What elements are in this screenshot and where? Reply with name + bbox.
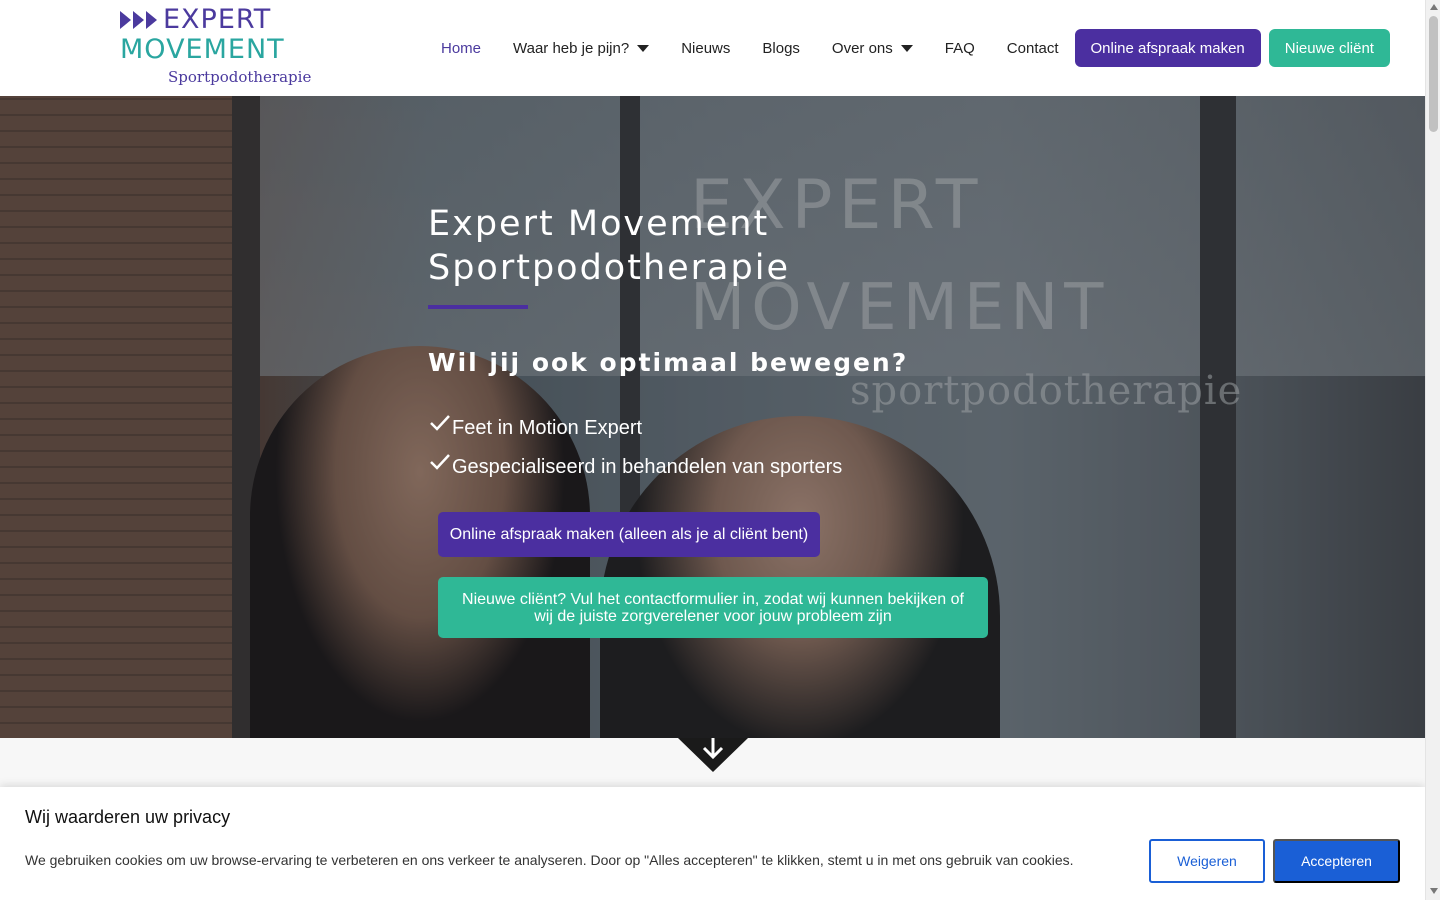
check-item: Gespecialiseerd in behandelen van sporte… [428,448,842,487]
nav-item-waar-heb-je-pijn[interactable]: Waar heb je pijn? [497,28,665,68]
hero-check-list: Feet in Motion Expert Gespecialiseerd in… [428,409,842,487]
hero-appointment-button[interactable]: Online afspraak maken (alleen als je al … [438,512,820,557]
logo-chevrons-icon [120,11,159,29]
online-appointment-button[interactable]: Online afspraak maken [1074,29,1261,67]
main-nav: Home Waar heb je pijn? Nieuws Blogs Over… [425,28,1390,68]
nav-item-contact[interactable]: Contact [991,28,1075,68]
check-item-label: Gespecialiseerd in behandelen van sporte… [452,456,843,478]
nav-item-home[interactable]: Home [425,28,497,68]
cookie-banner: Wij waarderen uw privacy We gebruiken co… [0,787,1425,900]
hero-title-line2: Sportpodotherapie [428,248,790,288]
check-icon [430,414,450,431]
page-scrollbar[interactable] [1425,0,1440,900]
check-item: Feet in Motion Expert [428,409,842,448]
nav-item-over-ons[interactable]: Over ons [816,28,929,68]
nav-item-label: Waar heb je pijn? [513,39,630,57]
nav-item-label: Nieuws [681,39,731,57]
nav-item-label: Over ons [831,39,893,57]
nav-item-label: FAQ [944,39,975,57]
chevron-down-icon [637,44,650,52]
hero-title: Expert Movement Sportpodotherapie [428,202,790,290]
logo-word-movement: MOVEMENT [120,34,285,65]
scroll-up-icon[interactable] [1430,4,1438,10]
check-item-label: Feet in Motion Expert [452,417,643,439]
site-logo[interactable]: EXPERT MOVEMENT Sportpodotherapie [120,6,311,90]
scroll-down-icon[interactable] [1430,888,1438,894]
nav-item-label: Home [441,39,482,57]
logo-word-expert: EXPERT [163,4,272,35]
cookie-accept-button[interactable]: Accepteren [1273,839,1400,883]
hero-accent-bar [428,305,528,309]
cookie-title: Wij waarderen uw privacy [25,807,231,827]
logo-subtitle: Sportpodotherapie [168,68,312,86]
nav-item-faq[interactable]: FAQ [929,28,991,68]
cookie-decline-button[interactable]: Weigeren [1149,839,1265,883]
hero-section: EXPERT MOVEMENT sportpodotherapie Expert… [0,96,1425,738]
nav-item-label: Blogs [762,39,800,57]
logo-row-top: EXPERT [120,6,271,34]
site-header: EXPERT MOVEMENT Sportpodotherapie Home W… [0,0,1425,96]
hero-title-line1: Expert Movement [428,204,770,244]
hero-new-client-button[interactable]: Nieuwe cliënt? Vul het contactformulier … [438,577,988,638]
hero-subtitle: Wil jij ook optimaal bewegen? [428,348,909,377]
cookie-text: We gebruiken cookies om uw browse-ervari… [25,852,1074,868]
scroll-thumb[interactable] [1429,16,1438,132]
nav-item-label: Contact [1006,39,1059,57]
nav-item-nieuws[interactable]: Nieuws [665,28,746,68]
check-icon [430,453,450,470]
nav-item-blogs[interactable]: Blogs [746,28,816,68]
chevron-down-icon [900,44,913,52]
new-client-button[interactable]: Nieuwe cliënt [1268,29,1390,67]
arrow-down-icon[interactable] [678,738,748,772]
